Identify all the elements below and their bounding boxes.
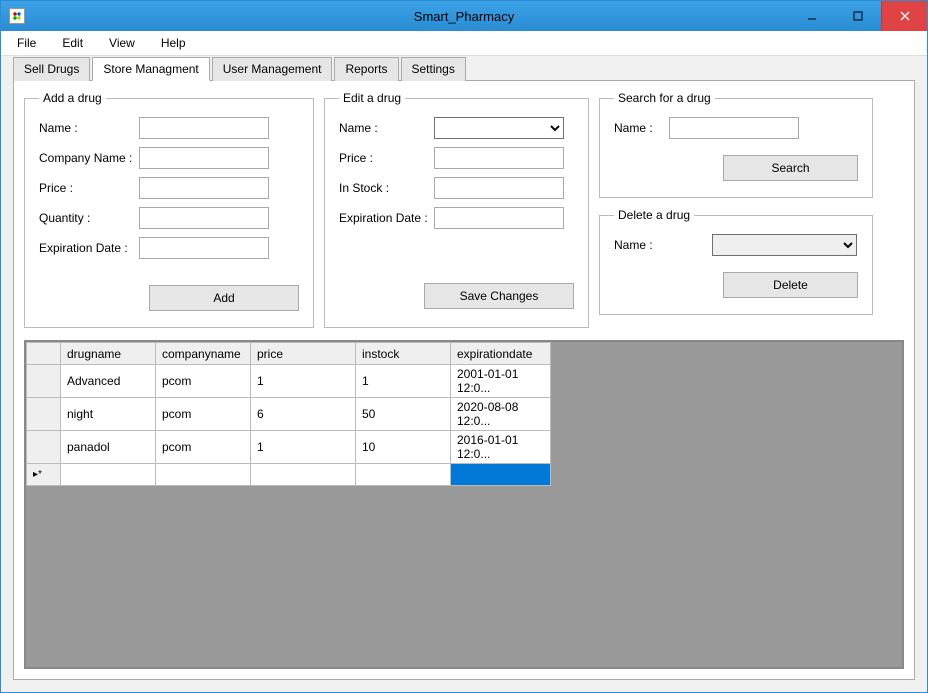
col-header-instock[interactable]: instock <box>356 343 451 365</box>
cell-expirationdate[interactable]: 2020-08-08 12:0... <box>451 398 551 431</box>
menu-edit[interactable]: Edit <box>58 34 87 52</box>
table-row[interactable]: night pcom 6 50 2020-08-08 12:0... <box>27 398 551 431</box>
cell-expirationdate[interactable]: 2016-01-01 12:0... <box>451 431 551 464</box>
row-header[interactable] <box>27 431 61 464</box>
tab-settings[interactable]: Settings <box>401 57 466 81</box>
maximize-icon <box>853 11 863 21</box>
cell-expirationdate[interactable] <box>451 464 551 486</box>
add-price-input[interactable] <box>139 177 269 199</box>
tab-reports[interactable]: Reports <box>334 57 398 81</box>
add-quantity-input[interactable] <box>139 207 269 229</box>
app-window: Smart_Pharmacy File Edit View Help Sell … <box>0 0 928 693</box>
save-changes-button[interactable]: Save Changes <box>424 283 574 309</box>
maximize-button[interactable] <box>835 1 881 31</box>
minimize-button[interactable] <box>789 1 835 31</box>
col-header-expirationdate[interactable]: expirationdate <box>451 343 551 365</box>
edit-expiration-input[interactable] <box>434 207 564 229</box>
edit-stock-input[interactable] <box>434 177 564 199</box>
cell-price[interactable]: 1 <box>251 431 356 464</box>
edit-name-select[interactable] <box>434 117 564 139</box>
search-legend: Search for a drug <box>614 91 715 105</box>
cell-instock[interactable]: 50 <box>356 398 451 431</box>
row-header[interactable] <box>27 398 61 431</box>
cell-price[interactable]: 6 <box>251 398 356 431</box>
add-company-input[interactable] <box>139 147 269 169</box>
app-icon <box>9 8 25 24</box>
cell-drugname[interactable]: panadol <box>61 431 156 464</box>
cell-companyname[interactable]: pcom <box>156 365 251 398</box>
cell-drugname[interactable]: Advanced <box>61 365 156 398</box>
tab-sell-drugs[interactable]: Sell Drugs <box>13 57 90 81</box>
edit-name-label: Name : <box>339 121 434 135</box>
group-add-drug: Add a drug Name : Company Name : Price :… <box>24 91 314 328</box>
titlebar[interactable]: Smart_Pharmacy <box>1 1 927 31</box>
tab-store-management[interactable]: Store Managment <box>92 57 209 81</box>
menu-help[interactable]: Help <box>157 34 190 52</box>
col-header-companyname[interactable]: companyname <box>156 343 251 365</box>
group-edit-drug: Edit a drug Name : Price : In Stock : Ex… <box>324 91 589 328</box>
add-expiration-input[interactable] <box>139 237 269 259</box>
add-expiration-label: Expiration Date : <box>39 241 139 255</box>
add-legend: Add a drug <box>39 91 106 105</box>
row-header[interactable] <box>27 365 61 398</box>
minimize-icon <box>807 11 817 21</box>
table-row[interactable]: Advanced pcom 1 1 2001-01-01 12:0... <box>27 365 551 398</box>
table-new-row[interactable]: ▸* <box>27 464 551 486</box>
cell-companyname[interactable]: pcom <box>156 398 251 431</box>
edit-price-input[interactable] <box>434 147 564 169</box>
delete-legend: Delete a drug <box>614 208 694 222</box>
add-name-label: Name : <box>39 121 139 135</box>
cell-instock[interactable] <box>356 464 451 486</box>
cell-price[interactable] <box>251 464 356 486</box>
cell-companyname[interactable] <box>156 464 251 486</box>
new-row-indicator[interactable]: ▸* <box>27 464 61 486</box>
add-company-label: Company Name : <box>39 151 139 165</box>
cell-drugname[interactable]: night <box>61 398 156 431</box>
delete-name-select[interactable] <box>712 234 857 256</box>
add-quantity-label: Quantity : <box>39 211 139 225</box>
data-grid[interactable]: drugname companyname price instock expir… <box>24 340 904 669</box>
edit-price-label: Price : <box>339 151 434 165</box>
search-button[interactable]: Search <box>723 155 858 181</box>
grid-corner[interactable] <box>27 343 61 365</box>
tab-user-management[interactable]: User Management <box>212 57 333 81</box>
delete-button[interactable]: Delete <box>723 272 858 298</box>
cell-drugname[interactable] <box>61 464 156 486</box>
edit-stock-label: In Stock : <box>339 181 434 195</box>
cell-price[interactable]: 1 <box>251 365 356 398</box>
add-name-input[interactable] <box>139 117 269 139</box>
search-name-input[interactable] <box>669 117 799 139</box>
close-button[interactable] <box>881 1 927 31</box>
menu-file[interactable]: File <box>13 34 40 52</box>
search-name-label: Name : <box>614 121 669 135</box>
col-header-price[interactable]: price <box>251 343 356 365</box>
edit-legend: Edit a drug <box>339 91 405 105</box>
cell-instock[interactable]: 1 <box>356 365 451 398</box>
menu-view[interactable]: View <box>105 34 139 52</box>
cell-companyname[interactable]: pcom <box>156 431 251 464</box>
menubar: File Edit View Help <box>1 31 927 56</box>
col-header-drugname[interactable]: drugname <box>61 343 156 365</box>
close-icon <box>900 11 910 21</box>
group-delete-drug: Delete a drug Name : Delete <box>599 208 873 315</box>
cell-instock[interactable]: 10 <box>356 431 451 464</box>
tabpanel-store-management: Add a drug Name : Company Name : Price :… <box>13 80 915 680</box>
edit-expiration-label: Expiration Date : <box>339 211 434 225</box>
add-price-label: Price : <box>39 181 139 195</box>
cell-expirationdate[interactable]: 2001-01-01 12:0... <box>451 365 551 398</box>
delete-name-label: Name : <box>614 238 712 252</box>
group-search-drug: Search for a drug Name : Search <box>599 91 873 198</box>
table-row[interactable]: panadol pcom 1 10 2016-01-01 12:0... <box>27 431 551 464</box>
add-button[interactable]: Add <box>149 285 299 311</box>
tabstrip: Sell Drugs Store Managment User Manageme… <box>1 56 927 80</box>
